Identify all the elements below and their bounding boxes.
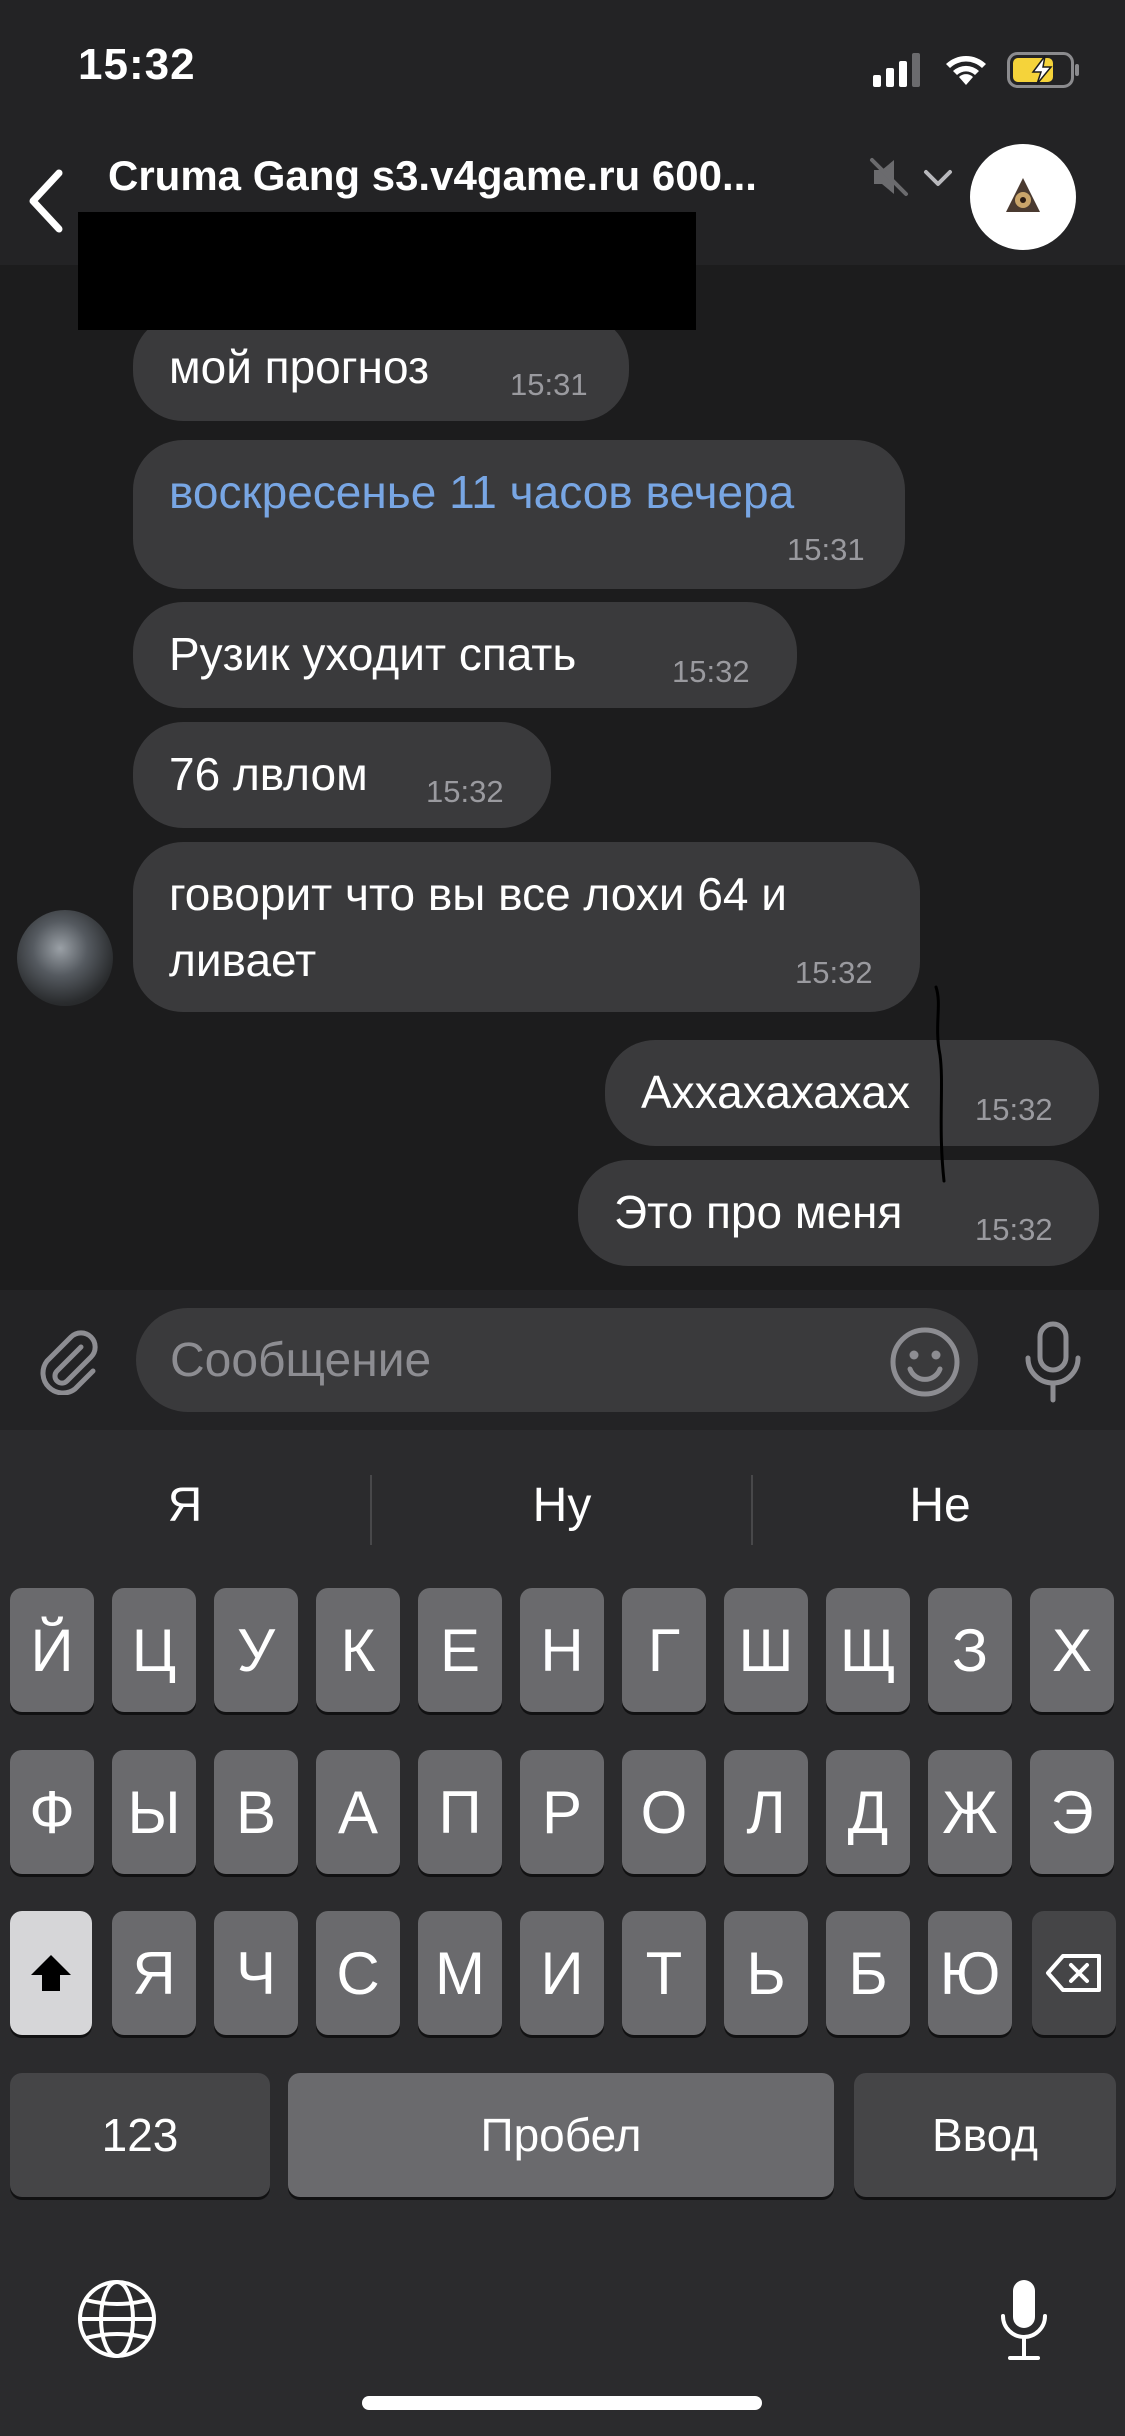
space-key[interactable]: Пробел (288, 2073, 834, 2197)
cellular-signal-icon (873, 53, 920, 87)
key[interactable]: Е (418, 1588, 502, 1712)
message-time: 15:31 (787, 532, 865, 567)
chat-avatar[interactable] (970, 144, 1076, 250)
status-icons (873, 50, 1081, 90)
key[interactable]: Ш (724, 1588, 808, 1712)
message-time: 15:32 (975, 1092, 1053, 1127)
numbers-key[interactable]: 123 (10, 2073, 270, 2197)
key[interactable]: Щ (826, 1588, 910, 1712)
attach-button[interactable] (30, 1320, 106, 1400)
group-logo-icon (1006, 178, 1040, 212)
key[interactable]: А (316, 1750, 400, 1874)
message-text-line: говорит что вы все лохи 64 и (169, 868, 787, 920)
back-button[interactable] (14, 156, 76, 246)
message-bubble[interactable]: мой прогноз 15:31 (133, 315, 629, 421)
key[interactable]: Й (10, 1588, 94, 1712)
message-bubble-outgoing[interactable]: Аххахахахах 15:32 (605, 1040, 1099, 1146)
key[interactable]: Б (826, 1911, 910, 2035)
message-bubble-outgoing[interactable]: Это про меня 15:32 (578, 1160, 1099, 1266)
chevron-left-icon (29, 169, 63, 233)
key[interactable]: Л (724, 1750, 808, 1874)
key[interactable]: Я (112, 1911, 196, 2035)
battery-charging-icon (1007, 52, 1079, 88)
key[interactable]: Д (826, 1750, 910, 1874)
microphone-icon[interactable] (1018, 1320, 1088, 1404)
sender-avatar[interactable] (17, 910, 113, 1006)
key[interactable]: К (316, 1588, 400, 1712)
message-list[interactable]: мой прогноз 15:31 воскресенье 11 часов в… (0, 265, 1125, 1290)
key[interactable]: П (418, 1750, 502, 1874)
key[interactable]: Ф (10, 1750, 94, 1874)
key[interactable]: И (520, 1911, 604, 2035)
key[interactable]: Т (622, 1911, 706, 2035)
redaction-box (78, 212, 696, 330)
key[interactable]: Э (1030, 1750, 1114, 1874)
message-input[interactable] (136, 1308, 978, 1412)
suggestion-item[interactable]: Не (755, 1430, 1125, 1580)
shift-icon (31, 1955, 71, 1991)
muted-speaker-icon[interactable] (866, 152, 916, 202)
message-text: Это про меня (614, 1186, 903, 1238)
backspace-icon (1046, 1954, 1101, 1992)
key[interactable]: Ч (214, 1911, 298, 2035)
smiley-icon[interactable] (888, 1325, 962, 1399)
key[interactable]: Ц (112, 1588, 196, 1712)
suggestion-item[interactable]: Я (0, 1430, 370, 1580)
message-text-line: ливает (169, 934, 317, 986)
key[interactable]: Ж (928, 1750, 1012, 1874)
scribble-mark (934, 985, 946, 1183)
chat-title[interactable]: Cruma Gang s3.v4game.ru 600... (108, 148, 854, 204)
key[interactable]: Н (520, 1588, 604, 1712)
wifi-icon (946, 56, 986, 85)
key[interactable]: Ь (724, 1911, 808, 2035)
message-text-link[interactable]: воскресенье 11 часов вечера (169, 460, 794, 524)
backspace-key[interactable] (1032, 1911, 1116, 2035)
message-time: 15:32 (672, 654, 750, 689)
globe-icon[interactable] (76, 2278, 158, 2360)
message-bubble[interactable]: воскресенье 11 часов вечера 15:31 (133, 440, 905, 589)
message-time: 15:31 (510, 367, 588, 402)
message-text: Аххахахахах (641, 1066, 910, 1118)
key[interactable]: В (214, 1750, 298, 1874)
status-time: 15:32 (78, 40, 196, 89)
key[interactable]: Х (1030, 1588, 1114, 1712)
keyboard: Я Ну Не ЙЦУКЕНГШЩЗХ ФЫВАПРОЛДЖЭ ЯЧСМИТЬБ… (0, 1430, 1125, 2436)
key[interactable]: З (928, 1588, 1012, 1712)
chevron-down-icon[interactable] (918, 158, 958, 198)
shift-key[interactable] (10, 1911, 92, 2035)
suggestion-divider (751, 1475, 753, 1545)
return-key[interactable]: Ввод (854, 2073, 1116, 2197)
message-time: 15:32 (426, 774, 504, 809)
message-text: Рузик уходит спать (169, 628, 577, 680)
key[interactable]: О (622, 1750, 706, 1874)
message-composer (0, 1290, 1125, 1430)
key[interactable]: М (418, 1911, 502, 2035)
suggestion-divider (370, 1475, 372, 1545)
home-indicator[interactable] (362, 2396, 762, 2410)
key[interactable]: Ю (928, 1911, 1012, 2035)
key[interactable]: У (214, 1588, 298, 1712)
message-bubble[interactable]: говорит что вы все лохи 64 и ливает 15:3… (133, 842, 920, 1012)
key[interactable]: Г (622, 1588, 706, 1712)
message-text: мой прогноз (169, 341, 430, 393)
suggestion-item[interactable]: Ну (377, 1430, 747, 1580)
message-time: 15:32 (975, 1212, 1053, 1247)
message-text: 76 лвлом (169, 748, 368, 800)
paperclip-icon (40, 1330, 98, 1395)
chat-screen: 15:32 Cruma Gang s3.v4game.ru 600... мой… (0, 0, 1125, 2436)
dictation-microphone-icon[interactable] (998, 2278, 1050, 2366)
message-time: 15:32 (795, 955, 873, 990)
status-bar: 15:32 (0, 0, 1125, 140)
message-bubble[interactable]: 76 лвлом 15:32 (133, 722, 551, 828)
key[interactable]: Ы (112, 1750, 196, 1874)
key[interactable]: С (316, 1911, 400, 2035)
key[interactable]: Р (520, 1750, 604, 1874)
message-bubble[interactable]: Рузик уходит спать 15:32 (133, 602, 797, 708)
suggestion-bar: Я Ну Не (0, 1430, 1125, 1580)
